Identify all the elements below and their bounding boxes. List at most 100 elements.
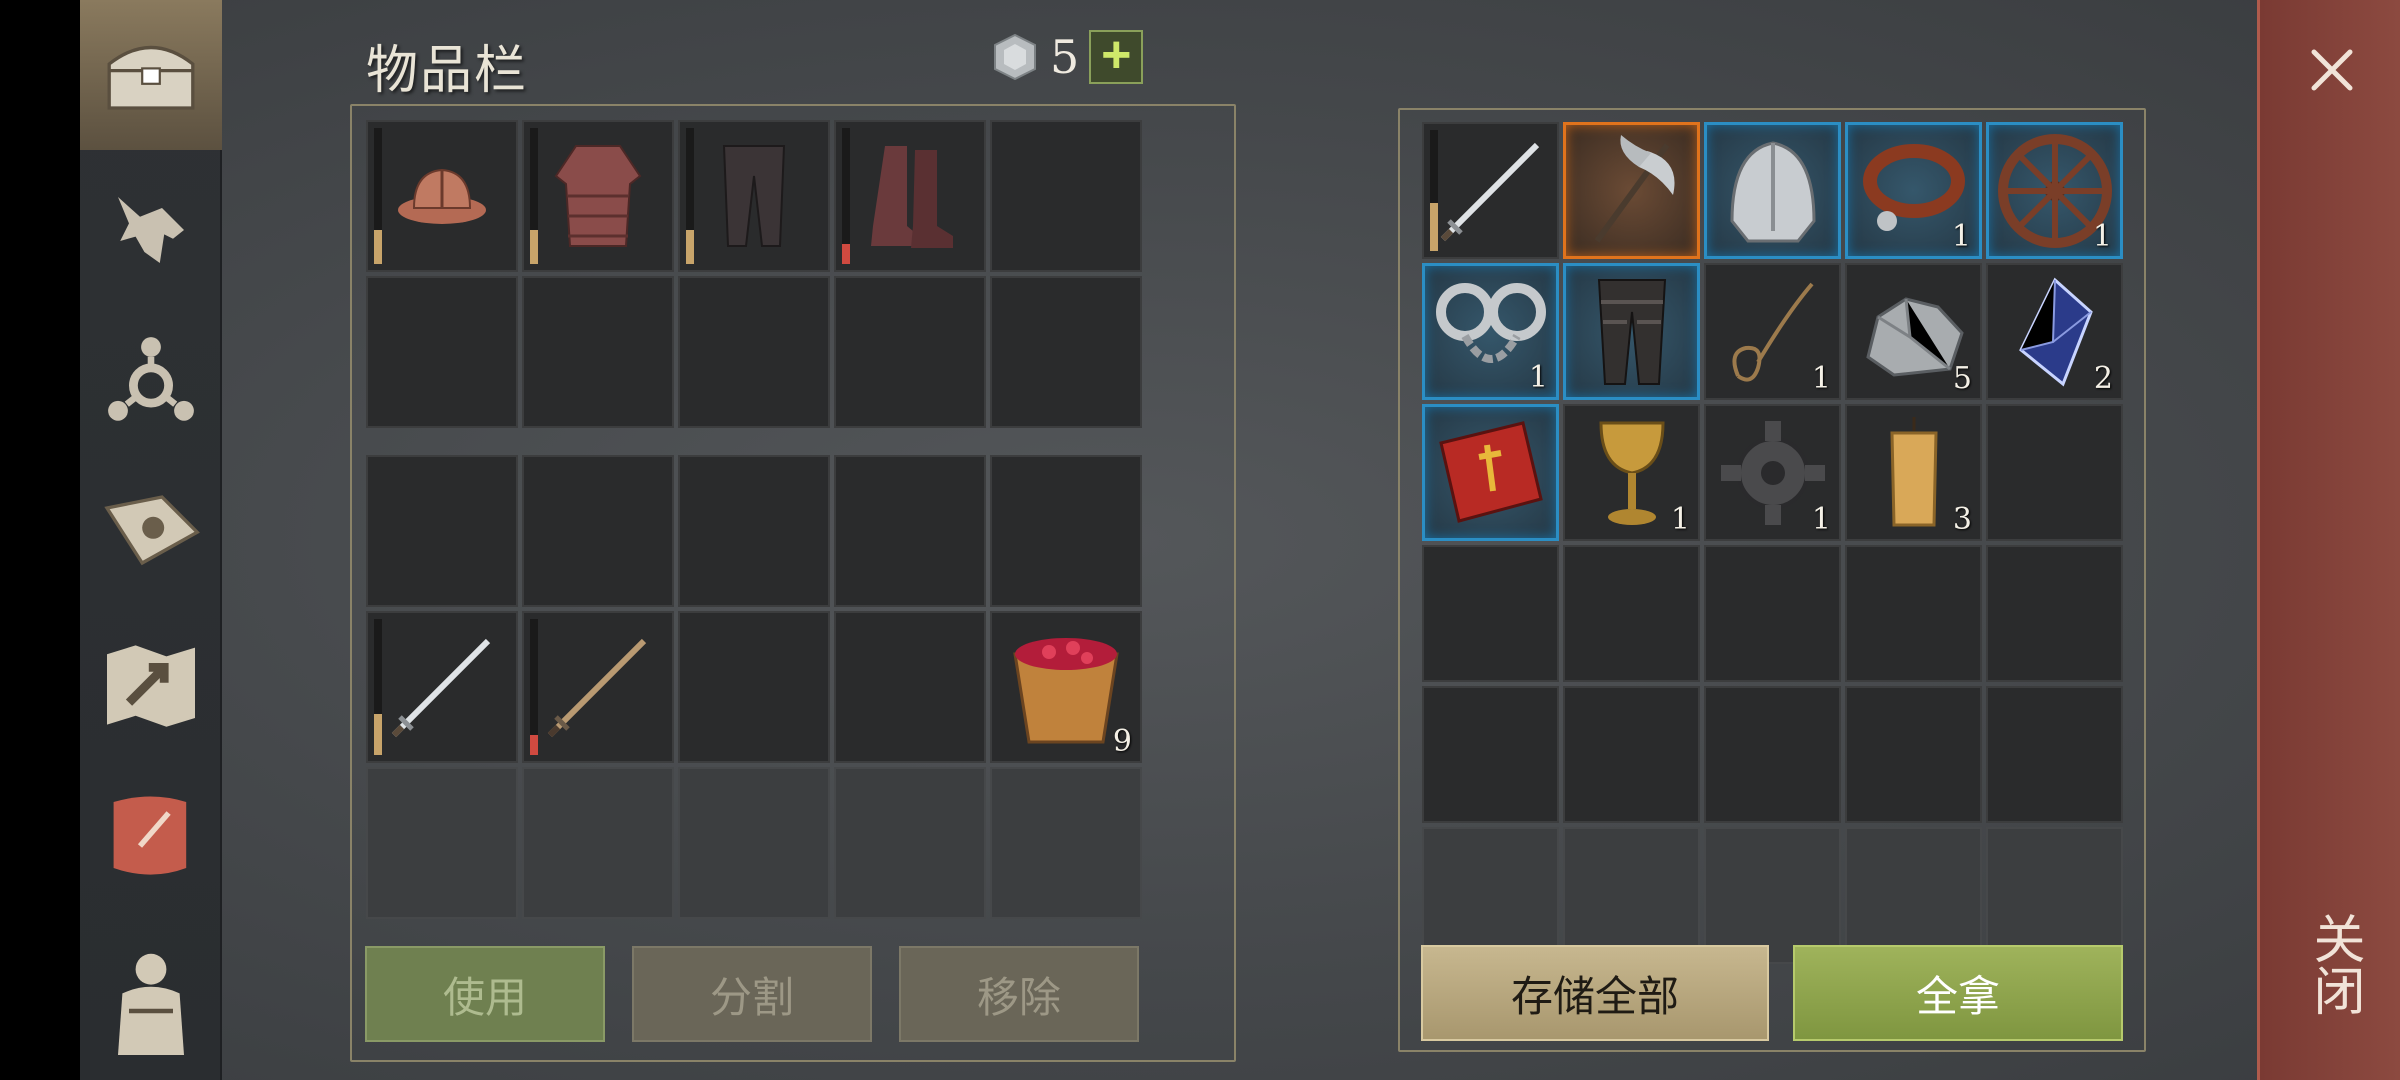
bag-slot[interactable] <box>990 767 1142 919</box>
container-slot[interactable] <box>1563 827 1700 964</box>
item-count: 1 <box>1528 360 1548 395</box>
nav-skills[interactable] <box>80 305 222 455</box>
bag-slot[interactable] <box>834 611 986 763</box>
container-slot[interactable] <box>1563 686 1700 823</box>
container-slot[interactable]: 3 <box>1845 404 1982 541</box>
equipment-slot[interactable] <box>678 276 830 428</box>
container-slot[interactable]: 5 <box>1845 263 1982 400</box>
use-button[interactable]: 使用 <box>365 946 605 1042</box>
nav-character[interactable] <box>80 925 222 1075</box>
durability-bar <box>530 619 538 755</box>
currency-display: 5 + <box>990 29 1144 84</box>
take-all-button[interactable]: 全拿 <box>1793 945 2123 1041</box>
sun-book-icon <box>104 495 200 566</box>
bag-slot[interactable] <box>366 455 518 607</box>
durability-fill <box>686 230 694 264</box>
container-slot[interactable]: 1 <box>1704 404 1841 541</box>
equipment-slot[interactable] <box>834 276 986 428</box>
bag-slot[interactable]: 9 <box>990 611 1142 763</box>
container-slot[interactable]: 1 <box>1704 263 1841 400</box>
battle-axe-icon <box>1594 134 1675 243</box>
bag-grid: 9 <box>366 455 1142 919</box>
durability-bar <box>374 619 382 755</box>
container-slot[interactable] <box>1845 686 1982 823</box>
currency-count: 5 <box>1050 30 1080 84</box>
durability-bar <box>686 128 694 264</box>
container-slot[interactable]: 1 <box>1563 404 1700 541</box>
equipment-slot[interactable] <box>366 120 518 272</box>
item-count: 1 <box>1811 361 1831 396</box>
container-slot[interactable] <box>1704 827 1841 964</box>
bag-slot[interactable] <box>522 767 674 919</box>
skill-tree-icon <box>108 337 194 421</box>
durability-fill <box>530 230 538 264</box>
container-slot[interactable] <box>1704 545 1841 682</box>
container-slot[interactable] <box>1704 122 1841 259</box>
container-slot[interactable] <box>1563 263 1700 400</box>
candle-icon <box>1889 416 1938 526</box>
equipment-slot[interactable] <box>366 276 518 428</box>
container-slot[interactable]: 2 <box>1986 263 2123 400</box>
nav-chest[interactable] <box>80 0 222 150</box>
nav-quests[interactable] <box>80 760 222 910</box>
equipment-grid <box>366 120 1142 428</box>
nav-map[interactable] <box>80 610 222 760</box>
container-slot[interactable] <box>1563 122 1700 259</box>
bag-slot[interactable] <box>678 455 830 607</box>
container-slot[interactable] <box>1986 545 2123 682</box>
item-count: 3 <box>1952 502 1972 537</box>
steel-sword-icon <box>1440 142 1539 241</box>
steel-sword-icon <box>391 638 491 738</box>
container-slot[interactable] <box>1845 545 1982 682</box>
bag-slot[interactable] <box>366 611 518 763</box>
container-slot[interactable] <box>1986 686 2123 823</box>
bag-slot[interactable] <box>522 455 674 607</box>
container-slot[interactable]: 1 <box>1986 122 2123 259</box>
durability-bar <box>842 128 850 264</box>
nav-journal[interactable] <box>80 455 222 605</box>
container-slot[interactable] <box>1986 827 2123 964</box>
container-slot[interactable] <box>1422 122 1559 259</box>
bag-slot[interactable] <box>834 455 986 607</box>
equipment-slot[interactable] <box>990 276 1142 428</box>
container-slot[interactable] <box>1422 545 1559 682</box>
equipment-slot[interactable] <box>990 120 1142 272</box>
equipment-slot[interactable] <box>678 120 830 272</box>
container-slot[interactable] <box>1422 404 1559 541</box>
container-slot[interactable] <box>1845 827 1982 964</box>
item-count: 9 <box>1112 724 1132 759</box>
nav-pet[interactable] <box>80 155 222 305</box>
split-button[interactable]: 分割 <box>632 946 872 1042</box>
scroll-icon <box>113 796 187 875</box>
remove-button[interactable]: 移除 <box>899 946 1139 1042</box>
red-book-icon <box>1438 420 1543 523</box>
add-currency-button[interactable]: + <box>1089 29 1144 84</box>
close-bar[interactable]: 关闭 <box>2257 0 2400 1080</box>
container-slot[interactable] <box>1563 545 1700 682</box>
store-all-button[interactable]: 存储全部 <box>1421 945 1769 1041</box>
bag-slot[interactable] <box>678 767 830 919</box>
bag-slot[interactable] <box>366 767 518 919</box>
equipment-slot[interactable] <box>522 276 674 428</box>
side-nav <box>80 0 222 1080</box>
bag-slot[interactable] <box>834 767 986 919</box>
container-slot[interactable] <box>1704 686 1841 823</box>
close-label[interactable]: 关闭 <box>2292 912 2372 1016</box>
container-slot[interactable] <box>1986 404 2123 541</box>
chainmail-shirt-icon <box>554 145 642 247</box>
durability-fill <box>842 243 850 264</box>
character-icon <box>118 953 184 1055</box>
equipment-slot[interactable] <box>522 120 674 272</box>
container-slot[interactable]: 1 <box>1422 263 1559 400</box>
item-count: 1 <box>1951 219 1971 254</box>
bag-slot[interactable] <box>678 611 830 763</box>
container-slot[interactable] <box>1422 827 1559 964</box>
container-slot[interactable]: 1 <box>1845 122 1982 259</box>
bag-slot[interactable] <box>522 611 674 763</box>
close-icon[interactable] <box>2302 40 2362 100</box>
item-count: 1 <box>1670 502 1690 537</box>
container-slot[interactable] <box>1422 686 1559 823</box>
inventory-title: 物品栏 <box>366 41 529 101</box>
bag-slot[interactable] <box>990 455 1142 607</box>
equipment-slot[interactable] <box>834 120 986 272</box>
